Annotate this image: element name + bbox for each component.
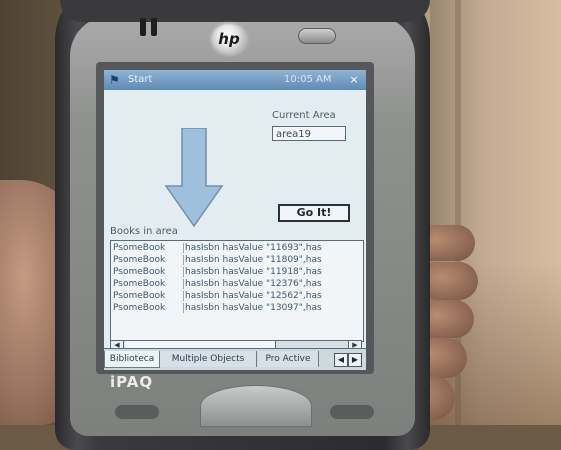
tab-scroll-right-icon[interactable]: ▶	[348, 353, 362, 367]
title-bar: ⚑ Start 10:05 AM ×	[104, 70, 366, 90]
close-icon[interactable]: ×	[346, 72, 362, 88]
clock-label: 10:05 AM	[284, 74, 332, 85]
hp-logo: hp	[212, 24, 246, 54]
books-list[interactable]: PsomeBook hasIsbn hasValue "11693",has P…	[110, 240, 364, 342]
list-item[interactable]: PsomeBook hasIsbn hasValue "11693",has	[111, 243, 363, 255]
book-statement: hasIsbn hasValue "12376",has	[185, 279, 322, 289]
book-subject: PsomeBook	[113, 255, 184, 265]
speaker-slot	[151, 18, 157, 36]
list-item[interactable]: PsomeBook hasIsbn hasValue "12376",has	[111, 279, 363, 291]
tab-bar: Biblioteca Multiple Objects Pro Active ◀…	[104, 348, 366, 370]
ipaq-label: iPAQ	[110, 373, 154, 391]
speaker-slot	[140, 18, 146, 36]
books-in-area-label: Books in area	[110, 226, 178, 237]
list-item[interactable]: PsomeBook hasIsbn hasValue "11918",has	[111, 267, 363, 279]
hardware-key[interactable]	[115, 405, 159, 419]
book-subject: PsomeBook	[113, 279, 184, 289]
tab-biblioteca[interactable]: Biblioteca	[104, 351, 160, 368]
power-button[interactable]	[298, 28, 336, 44]
current-area-field[interactable]: area19	[272, 126, 346, 141]
book-statement: hasIsbn hasValue "11809",has	[185, 255, 322, 265]
book-subject: PsomeBook	[113, 291, 184, 301]
book-statement: hasIsbn hasValue "11918",has	[185, 267, 322, 277]
pda-top-edge	[60, 0, 430, 22]
list-item[interactable]: PsomeBook hasIsbn hasValue "12562",has	[111, 291, 363, 303]
book-subject: PsomeBook	[113, 267, 184, 277]
go-it-button[interactable]: Go It!	[278, 204, 350, 222]
current-area-label: Current Area	[272, 110, 336, 121]
book-statement: hasIsbn hasValue "11693",has	[185, 243, 322, 253]
list-item[interactable]: PsomeBook hasIsbn hasValue "13097",has	[111, 303, 363, 315]
book-statement: hasIsbn hasValue "13097",has	[185, 303, 322, 313]
windows-flag-icon[interactable]: ⚑	[109, 73, 123, 87]
tab-scroll-left-icon[interactable]: ◀	[334, 353, 348, 367]
navigation-pad[interactable]	[200, 385, 312, 427]
start-label[interactable]: Start	[128, 74, 152, 85]
pda-screen: ⚑ Start 10:05 AM × Current Area area19 G…	[104, 70, 366, 370]
app-content: Current Area area19 Go It! Books in area…	[104, 90, 366, 350]
list-item[interactable]: PsomeBook hasIsbn hasValue "11809",has	[111, 255, 363, 267]
tab-pro-active[interactable]: Pro Active	[258, 351, 319, 367]
down-arrow-icon	[164, 128, 224, 228]
book-subject: PsomeBook	[113, 303, 184, 313]
book-subject: PsomeBook	[113, 243, 184, 253]
tab-multiple-objects[interactable]: Multiple Objects	[160, 351, 257, 367]
hardware-key[interactable]	[330, 405, 374, 419]
book-statement: hasIsbn hasValue "12562",has	[185, 291, 322, 301]
